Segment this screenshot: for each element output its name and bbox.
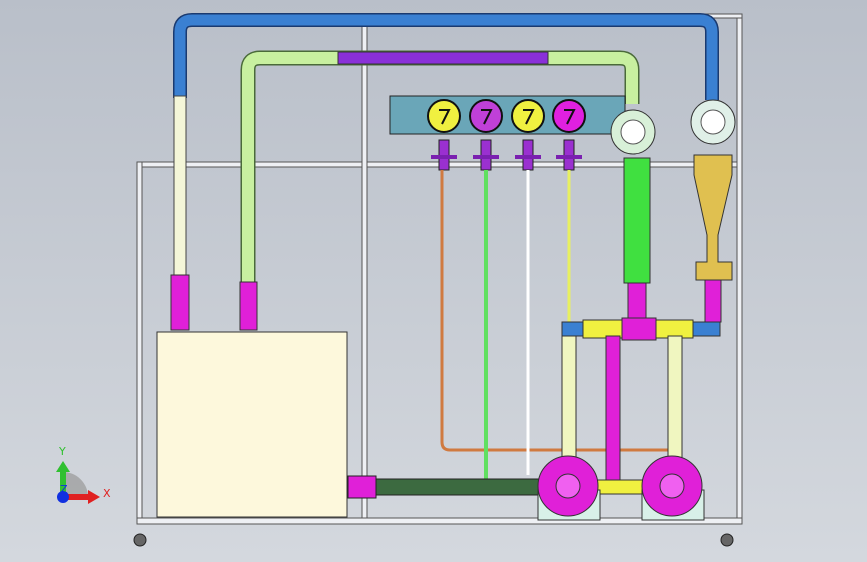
- y-axis-label: Y: [58, 445, 66, 458]
- x-axis-label: X: [103, 487, 111, 500]
- water-tank: [156, 331, 348, 518]
- gauge-panel: [389, 95, 626, 135]
- purple-pipe-section: [337, 51, 549, 65]
- z-axis-label: Z: [60, 483, 68, 496]
- caster-right: [720, 533, 734, 547]
- gauge-valve-handle: [473, 155, 499, 159]
- gauge-valve-handle: [431, 155, 457, 159]
- cad-viewport[interactable]: Y X Z: [0, 0, 867, 562]
- cream-riser-pipe: [173, 95, 187, 277]
- gauge-valve-handle: [515, 155, 541, 159]
- green-venturi: [623, 157, 651, 284]
- suction-pipe: [347, 478, 559, 496]
- caster-left: [133, 533, 147, 547]
- riser-valve-left: [170, 274, 190, 331]
- gauge-valve-handle: [556, 155, 582, 159]
- riser-valve-right: [239, 281, 258, 331]
